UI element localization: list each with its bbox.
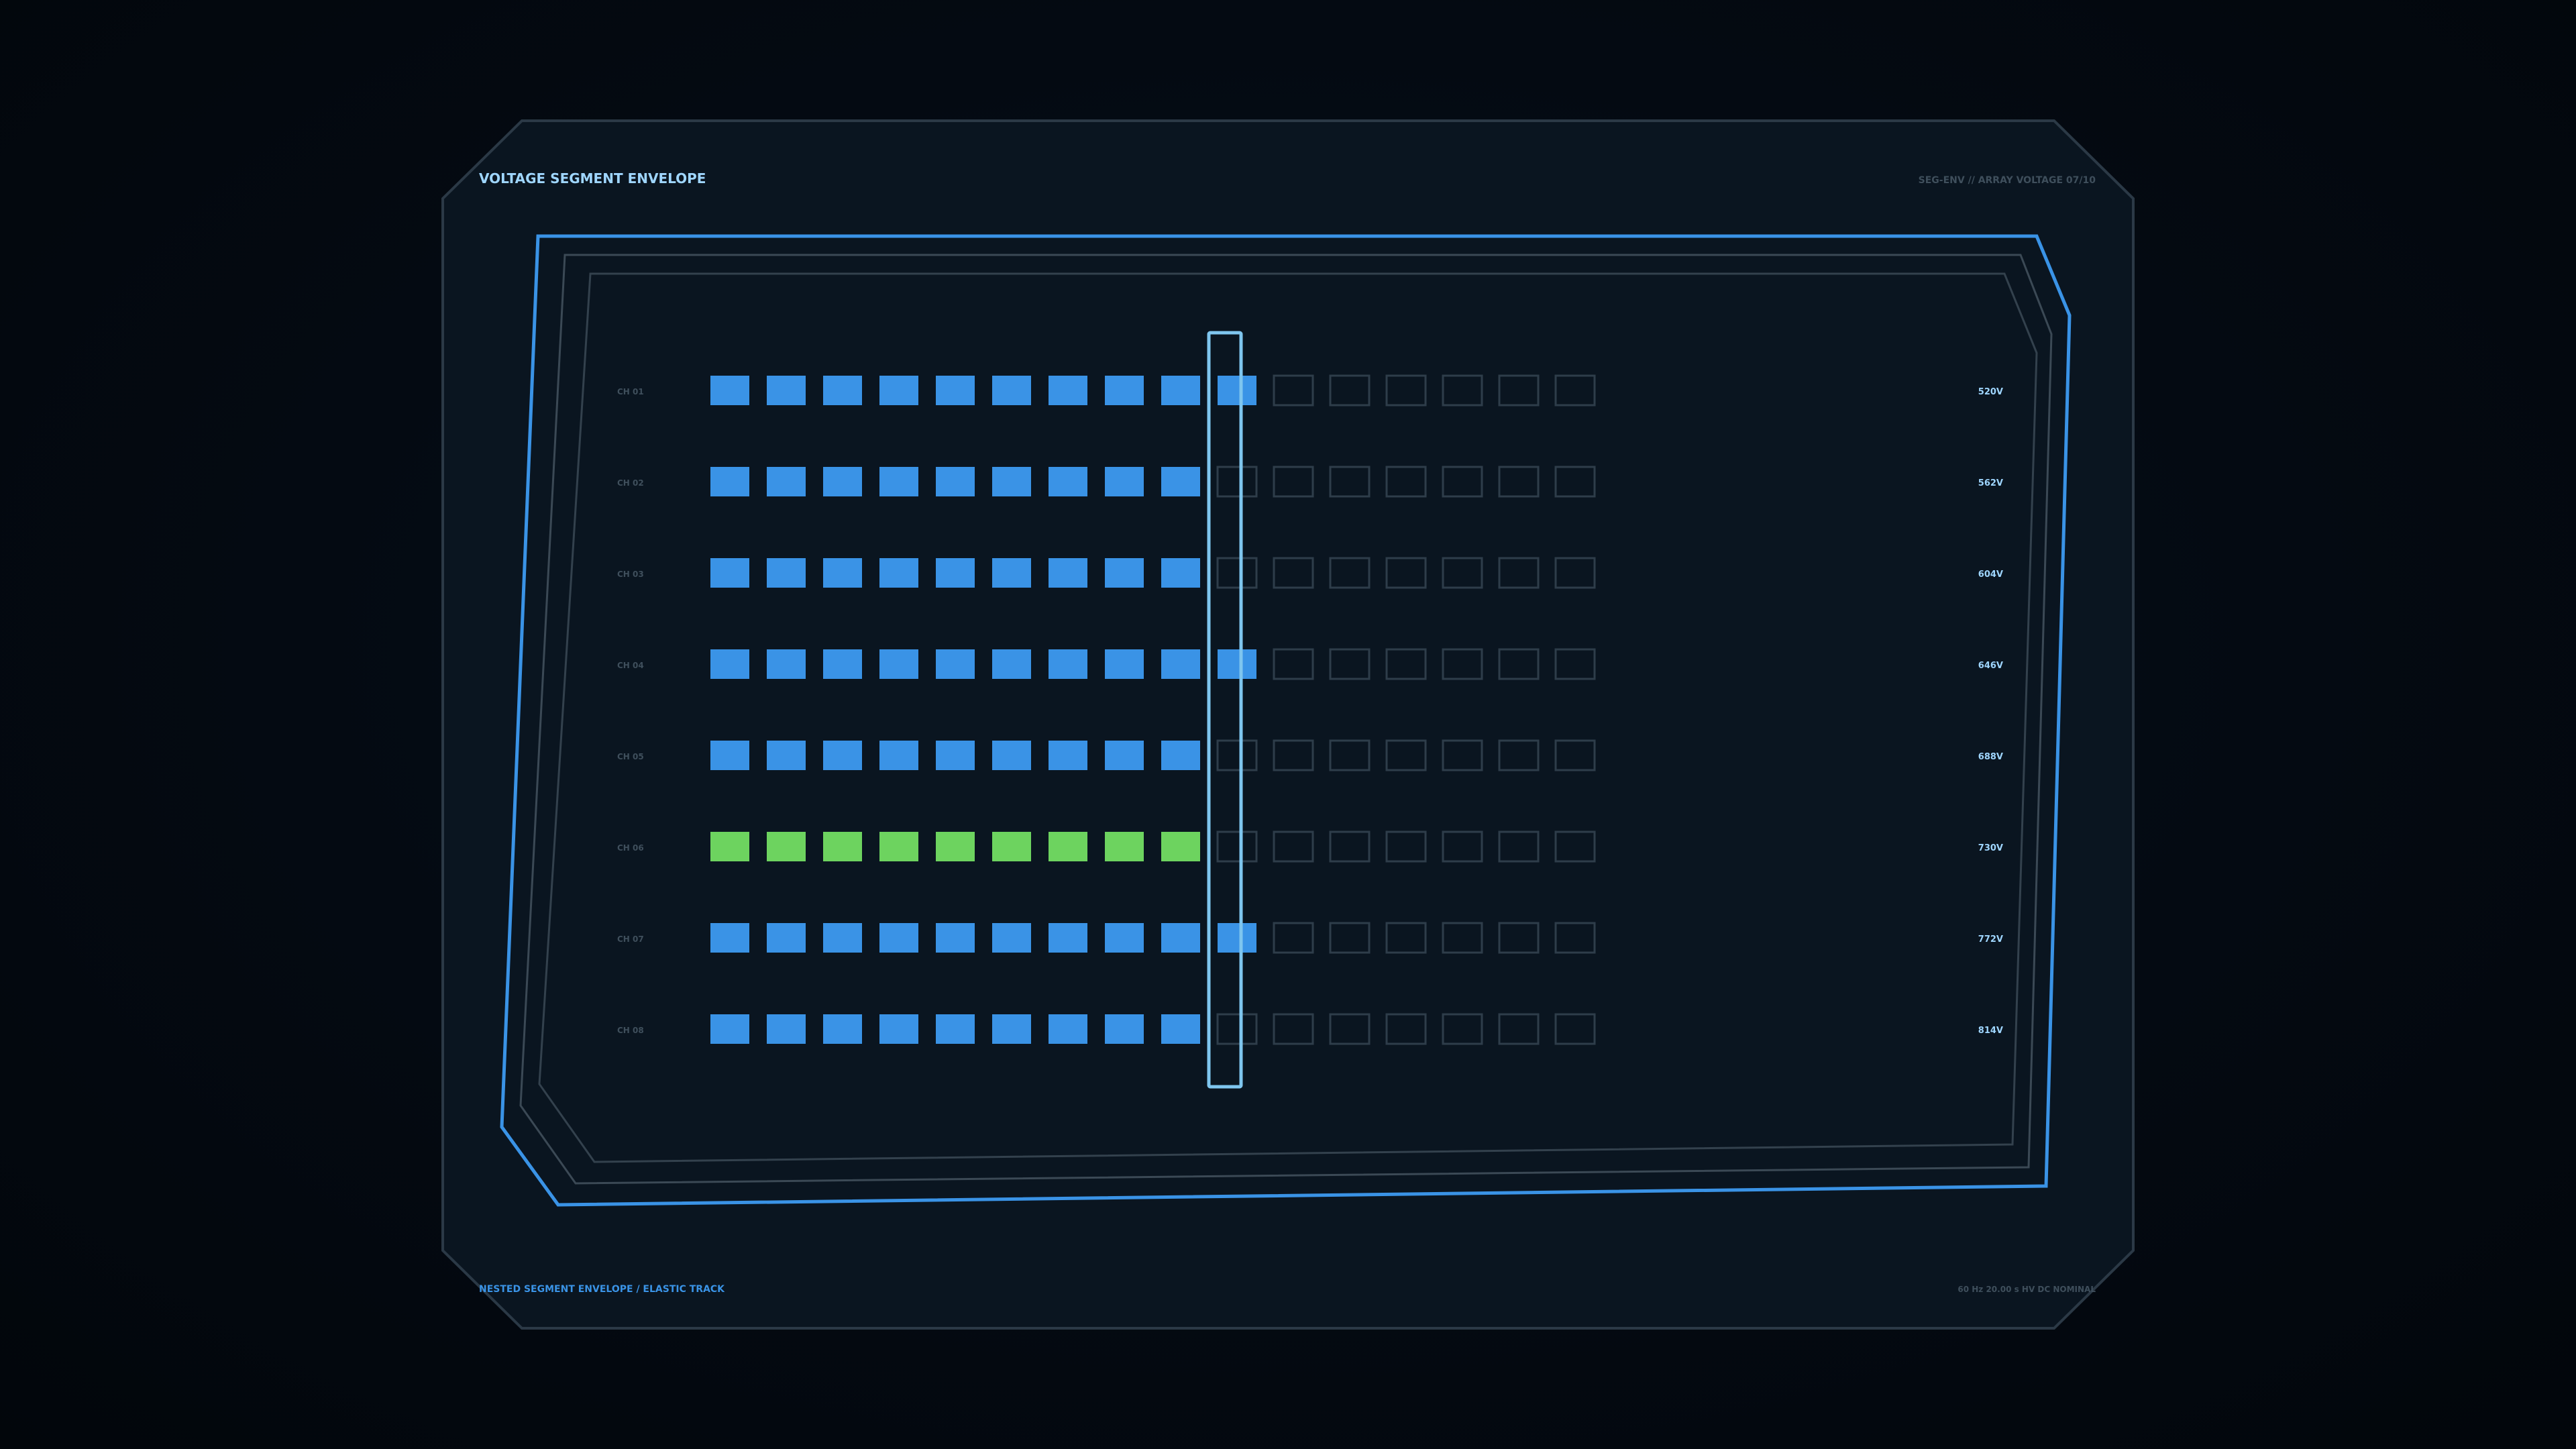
voltage-value: 646V <box>1978 661 2003 671</box>
segment-filled <box>1049 1014 1087 1044</box>
segment-filled <box>823 376 862 405</box>
segment-filled <box>710 649 749 679</box>
segment-filled <box>767 467 806 496</box>
segment-filled <box>767 923 806 953</box>
segment-filled <box>767 558 806 588</box>
segment-filled <box>1105 832 1144 861</box>
segment-filled <box>767 649 806 679</box>
segment-filled <box>710 832 749 861</box>
voltage-value: 604V <box>1978 570 2003 580</box>
segment-filled <box>1161 923 1200 953</box>
segment-filled <box>936 558 975 588</box>
segment-filled <box>1105 923 1144 953</box>
segment-filled <box>767 832 806 861</box>
segment-filled <box>823 649 862 679</box>
segment-filled <box>879 832 918 861</box>
segment-filled <box>823 923 862 953</box>
segment-filled <box>992 1014 1031 1044</box>
footer-caption: NESTED SEGMENT ENVELOPE / ELASTIC TRACK <box>479 1284 725 1295</box>
segment-filled <box>823 558 862 588</box>
footer-status: 60 Hz 20.00 s HV DC NOMINAL <box>1957 1285 2096 1294</box>
segment-filled <box>710 923 749 953</box>
segment-filled <box>879 649 918 679</box>
channel-label: CH 01 <box>617 387 644 396</box>
segment-filled <box>879 741 918 770</box>
segment-filled <box>879 558 918 588</box>
channel-label: CH 06 <box>617 843 644 853</box>
segment-filled <box>1049 649 1087 679</box>
segment-filled <box>1105 467 1144 496</box>
segment-filled <box>1161 558 1200 588</box>
segment-filled <box>936 923 975 953</box>
channel-label: CH 04 <box>617 661 644 670</box>
voltage-value: 772V <box>1978 934 2003 945</box>
segment-filled <box>1105 649 1144 679</box>
segment-filled <box>823 1014 862 1044</box>
segment-filled <box>992 558 1031 588</box>
panel-title: VOLTAGE SEGMENT ENVELOPE <box>479 170 706 186</box>
segment-filled <box>710 1014 749 1044</box>
segment-filled <box>1105 1014 1144 1044</box>
segment-filled <box>1049 741 1087 770</box>
segment-filled <box>1105 558 1144 588</box>
segment-filled <box>1049 376 1087 405</box>
segment-filled <box>1049 467 1087 496</box>
segment-filled <box>1049 558 1087 588</box>
segment-filled <box>1218 923 1256 953</box>
segment-filled <box>879 923 918 953</box>
channel-label: CH 03 <box>617 570 644 579</box>
segment-filled <box>1218 649 1256 679</box>
segment-filled <box>823 467 862 496</box>
channel-label: CH 02 <box>617 478 644 488</box>
segment-filled <box>710 741 749 770</box>
segment-filled <box>1049 923 1087 953</box>
segment-filled <box>936 467 975 496</box>
panel-frame <box>441 119 2135 1330</box>
segment-filled <box>992 923 1031 953</box>
segment-filled <box>710 467 749 496</box>
segment-filled <box>936 376 975 405</box>
segment-filled <box>879 467 918 496</box>
segment-filled <box>710 558 749 588</box>
segment-filled <box>879 1014 918 1044</box>
segment-filled <box>936 832 975 861</box>
voltage-value: 814V <box>1978 1026 2003 1036</box>
voltage-value: 730V <box>1978 843 2003 853</box>
segment-filled <box>992 467 1031 496</box>
segment-filled <box>710 376 749 405</box>
segment-filled <box>1049 832 1087 861</box>
segment-filled <box>992 376 1031 405</box>
segment-filled <box>936 741 975 770</box>
segment-filled <box>1161 741 1200 770</box>
voltage-value: 688V <box>1978 752 2003 762</box>
segment-filled <box>767 1014 806 1044</box>
segment-filled <box>1161 832 1200 861</box>
segment-filled <box>1105 741 1144 770</box>
voltage-value: 520V <box>1978 387 2003 397</box>
segment-filled <box>992 649 1031 679</box>
channel-label: CH 07 <box>617 934 644 944</box>
segment-filled <box>1161 376 1200 405</box>
segment-filled <box>936 1014 975 1044</box>
voltage-value: 562V <box>1978 478 2003 488</box>
segment-filled <box>1161 649 1200 679</box>
segment-filled <box>823 832 862 861</box>
segment-filled <box>823 741 862 770</box>
segment-filled <box>1161 1014 1200 1044</box>
channel-label: CH 08 <box>617 1026 644 1035</box>
segment-filled <box>767 741 806 770</box>
segment-filled <box>936 649 975 679</box>
segment-filled <box>879 376 918 405</box>
segment-filled <box>767 376 806 405</box>
segment-filled <box>992 832 1031 861</box>
segment-filled <box>1161 467 1200 496</box>
segment-filled <box>992 741 1031 770</box>
segment-filled <box>1105 376 1144 405</box>
panel-subtitle: SEG-ENV // ARRAY VOLTAGE 07/10 <box>1919 175 2096 186</box>
voltage-envelope-panel: VOLTAGE SEGMENT ENVELOPE SEG-ENV // ARRA… <box>441 119 2135 1330</box>
channel-label: CH 05 <box>617 752 644 761</box>
segment-filled <box>1218 376 1256 405</box>
